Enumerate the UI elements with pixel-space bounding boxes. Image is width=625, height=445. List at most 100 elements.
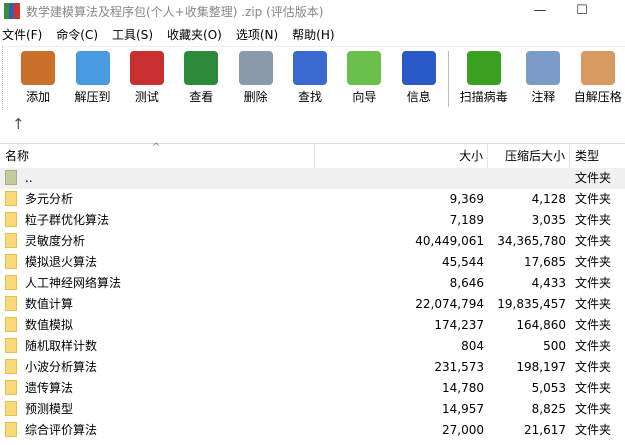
- file-name: 综合评价算法: [25, 423, 98, 437]
- column-name-label: 名称: [5, 149, 30, 163]
- info-icon: [401, 51, 436, 85]
- sort-ascending-icon: ^: [152, 142, 161, 153]
- cell-name: 数值模拟: [0, 315, 315, 336]
- cell-name: 多元分析: [0, 189, 315, 210]
- file-name: 灵敏度分析: [25, 234, 86, 248]
- toolbar-label: 解压到: [74, 90, 111, 104]
- cell-name: 小波分析算法: [0, 357, 315, 378]
- cell-type: 文件夹: [575, 297, 612, 311]
- cell-size: 7,189: [449, 213, 484, 227]
- table-row[interactable]: 多元分析 9,369 4,128 文件夹: [0, 189, 625, 210]
- menu-item[interactable]: 文件(F): [2, 26, 42, 43]
- cell-packed: 4,128: [531, 192, 566, 206]
- cell-type: 文件夹: [575, 381, 612, 395]
- maximize-button[interactable]: ☐: [562, 0, 602, 22]
- toolbar: 添加 解压到 测试 查看 删除 查找 向导 信息 扫描病毒 注释 自解压格: [2, 46, 625, 110]
- toolbar-button[interactable]: 删除: [229, 47, 283, 105]
- cell-packed: 500: [543, 339, 566, 353]
- winrar-app-icon: [4, 3, 20, 19]
- column-header-name[interactable]: 名称 ^: [0, 142, 315, 168]
- toolbar-button[interactable]: 查找: [283, 47, 337, 105]
- table-row[interactable]: 随机取样计数 804 500 文件夹: [0, 336, 625, 357]
- file-name: 数值模拟: [25, 318, 74, 332]
- table-row[interactable]: 小波分析算法 231,573 198,197 文件夹: [0, 357, 625, 378]
- column-header-type[interactable]: 类型: [570, 144, 625, 168]
- cell-size: [315, 168, 488, 189]
- cell-name: 预测模型: [0, 399, 315, 420]
- add-icon: [21, 51, 56, 85]
- folder-icon: [5, 254, 17, 269]
- cell-name: 综合评价算法: [0, 420, 315, 441]
- cell-size: 174,237: [434, 318, 484, 332]
- cell-name: 随机取样计数: [0, 336, 315, 357]
- file-name: 模拟退火算法: [25, 255, 98, 269]
- cell-size: 8,646: [449, 276, 484, 290]
- cell-type: 文件夹: [575, 318, 612, 332]
- cell-name: 遗传算法: [0, 378, 315, 399]
- file-name: 多元分析: [25, 192, 74, 206]
- folder-icon: [5, 422, 17, 437]
- table-row[interactable]: 预测模型 14,957 8,825 文件夹: [0, 399, 625, 420]
- cell-name: 灵敏度分析: [0, 231, 315, 252]
- toolbar-button[interactable]: 注释: [516, 47, 570, 105]
- cell-packed: 17,685: [524, 255, 566, 269]
- toolbar-button[interactable]: 添加: [11, 47, 65, 105]
- cell-type: 文件夹: [575, 234, 612, 248]
- cell-type: 文件夹: [575, 276, 612, 290]
- toolbar-button[interactable]: 查看: [174, 47, 228, 105]
- extract-folder-icon: [75, 51, 110, 85]
- table-row[interactable]: .. 文件夹: [0, 168, 625, 189]
- folder-icon: [5, 359, 17, 374]
- table-row[interactable]: 人工神经网络算法 8,646 4,433 文件夹: [0, 273, 625, 294]
- cell-packed: 198,197: [516, 360, 566, 374]
- toolbar-label: 信息: [406, 90, 431, 104]
- menu-bar: 文件(F) 命令(C) 工具(S) 收藏夹(O) 选项(N) 帮助(H): [0, 22, 625, 46]
- toolbar-button[interactable]: 解压到: [65, 47, 119, 105]
- view-book-icon: [184, 51, 219, 85]
- file-list-header: 名称 ^ 大小 压缩后大小 类型: [0, 142, 625, 168]
- cell-packed: 5,053: [531, 381, 566, 395]
- table-row[interactable]: 模拟退火算法 45,544 17,685 文件夹: [0, 252, 625, 273]
- table-row[interactable]: 粒子群优化算法 7,189 3,035 文件夹: [0, 210, 625, 231]
- folder-icon: [5, 296, 17, 311]
- toolbar-button[interactable]: 自解压格: [571, 47, 625, 105]
- menu-item[interactable]: 工具(S): [112, 26, 153, 43]
- up-arrow-icon[interactable]: ↑: [12, 115, 25, 133]
- toolbar-label: 测试: [134, 90, 159, 104]
- column-header-packed[interactable]: 压缩后大小: [488, 144, 570, 168]
- cell-size: 40,449,061: [415, 234, 484, 248]
- toolbar-button[interactable]: 向导: [337, 47, 391, 105]
- toolbar-button[interactable]: 测试: [120, 47, 174, 105]
- menu-item[interactable]: 帮助(H): [292, 26, 334, 43]
- test-clipboard-icon: [129, 51, 164, 85]
- cell-packed: 4,433: [531, 276, 566, 290]
- trash-icon: [238, 51, 273, 85]
- virus-scan-icon: [466, 51, 501, 85]
- folder-icon: [5, 275, 17, 290]
- folder-icon: [5, 338, 17, 353]
- toolbar-label: 查看: [189, 90, 214, 104]
- table-row[interactable]: 遗传算法 14,780 5,053 文件夹: [0, 378, 625, 399]
- menu-item[interactable]: 收藏夹(O): [167, 26, 222, 43]
- cell-name: 粒子群优化算法: [0, 210, 315, 231]
- cell-packed: 34,365,780: [497, 234, 566, 248]
- table-row[interactable]: 数值模拟 174,237 164,860 文件夹: [0, 315, 625, 336]
- folder-icon: [5, 233, 17, 248]
- cell-size: 804: [461, 339, 484, 353]
- minimize-button[interactable]: —: [520, 0, 560, 22]
- column-header-size[interactable]: 大小: [315, 144, 488, 168]
- search-icon: [293, 51, 328, 85]
- table-row[interactable]: 综合评价算法 27,000 21,617 文件夹: [0, 420, 625, 441]
- table-row[interactable]: 数值计算 22,074,794 19,835,457 文件夹: [0, 294, 625, 315]
- cell-size: 231,573: [434, 360, 484, 374]
- toolbar-button[interactable]: 扫描病毒: [451, 47, 516, 105]
- folder-icon: [5, 401, 17, 416]
- table-row[interactable]: 灵敏度分析 40,449,061 34,365,780 文件夹: [0, 231, 625, 252]
- menu-item[interactable]: 命令(C): [56, 26, 98, 43]
- menu-item[interactable]: 选项(N): [236, 26, 278, 43]
- file-name: 随机取样计数: [25, 339, 98, 353]
- file-name: 遗传算法: [25, 381, 74, 395]
- cell-size: 14,780: [442, 381, 484, 395]
- folder-icon: [5, 380, 17, 395]
- toolbar-button[interactable]: 信息: [392, 47, 446, 105]
